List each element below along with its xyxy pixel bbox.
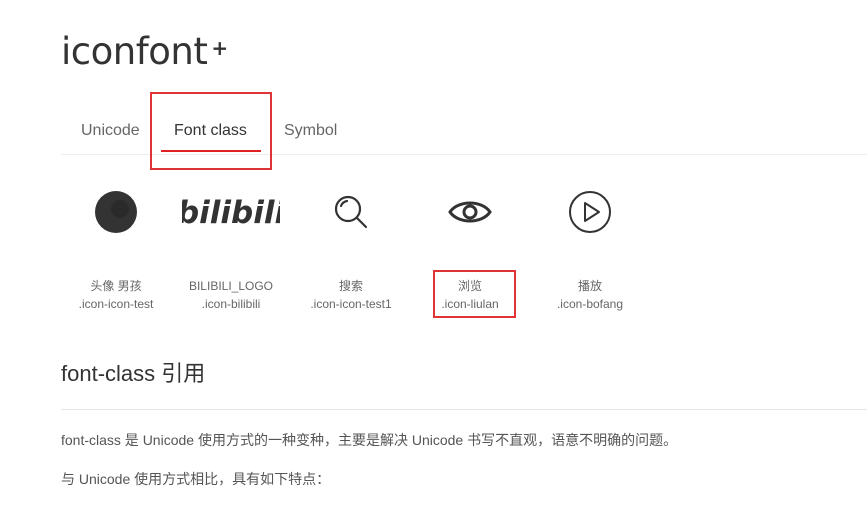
icon-class: .icon-icon-test1 bbox=[310, 297, 392, 311]
search-icon bbox=[331, 192, 371, 237]
play-icon bbox=[568, 190, 612, 239]
icon-item-avatar[interactable]: 头像 男孩 .icon-icon-test bbox=[61, 175, 171, 313]
section-divider bbox=[61, 409, 867, 410]
active-tab-underline bbox=[161, 150, 261, 152]
bilibili-logo-text: bilibili bbox=[182, 195, 280, 231]
section-title: font-class 引用 bbox=[61, 361, 206, 386]
bilibili-logo-icon: bilibili bbox=[177, 188, 286, 241]
icon-name: 播放 bbox=[577, 279, 602, 293]
logo-plus: + bbox=[211, 36, 228, 60]
icon-item-play[interactable]: 播放 .icon-bofang bbox=[535, 175, 645, 313]
icon-name: 浏览 bbox=[457, 279, 482, 293]
tab-unicode[interactable]: Unicode bbox=[81, 112, 140, 152]
icon-item-search[interactable]: 搜索 .icon-icon-test1 bbox=[296, 175, 406, 313]
logo-text: iconfont bbox=[61, 30, 208, 73]
tab-symbol[interactable]: Symbol bbox=[284, 112, 337, 152]
icon-class: .icon-icon-test bbox=[78, 297, 154, 311]
features-intro: 与 Unicode 使用方式相比，具有如下特点： bbox=[61, 471, 331, 487]
icon-class: .icon-bofang bbox=[556, 297, 624, 311]
icon-name: 搜索 bbox=[338, 279, 363, 293]
icon-name: 头像 男孩 bbox=[90, 279, 142, 293]
icon-class: .icon-liulan bbox=[441, 297, 499, 311]
icon-class: .icon-bilibili bbox=[201, 297, 261, 311]
icon-item-eye[interactable]: 浏览 .icon-liulan bbox=[415, 175, 525, 313]
iconfont-logo: iconfont + bbox=[61, 30, 228, 74]
avatar-boy-icon bbox=[94, 190, 138, 239]
description-paragraph: font-class 是 Unicode 使用方式的一种变种，主要是解决 Uni… bbox=[61, 432, 678, 448]
icon-item-bilibili[interactable]: bilibili BILIBILI_LOGO .icon-bilibili bbox=[176, 175, 286, 313]
tab-font-class[interactable]: Font class bbox=[174, 112, 247, 152]
tab-bar: Unicode Font class Symbol bbox=[61, 112, 867, 155]
icon-name: BILIBILI_LOGO bbox=[188, 279, 274, 293]
eye-icon bbox=[448, 197, 492, 232]
